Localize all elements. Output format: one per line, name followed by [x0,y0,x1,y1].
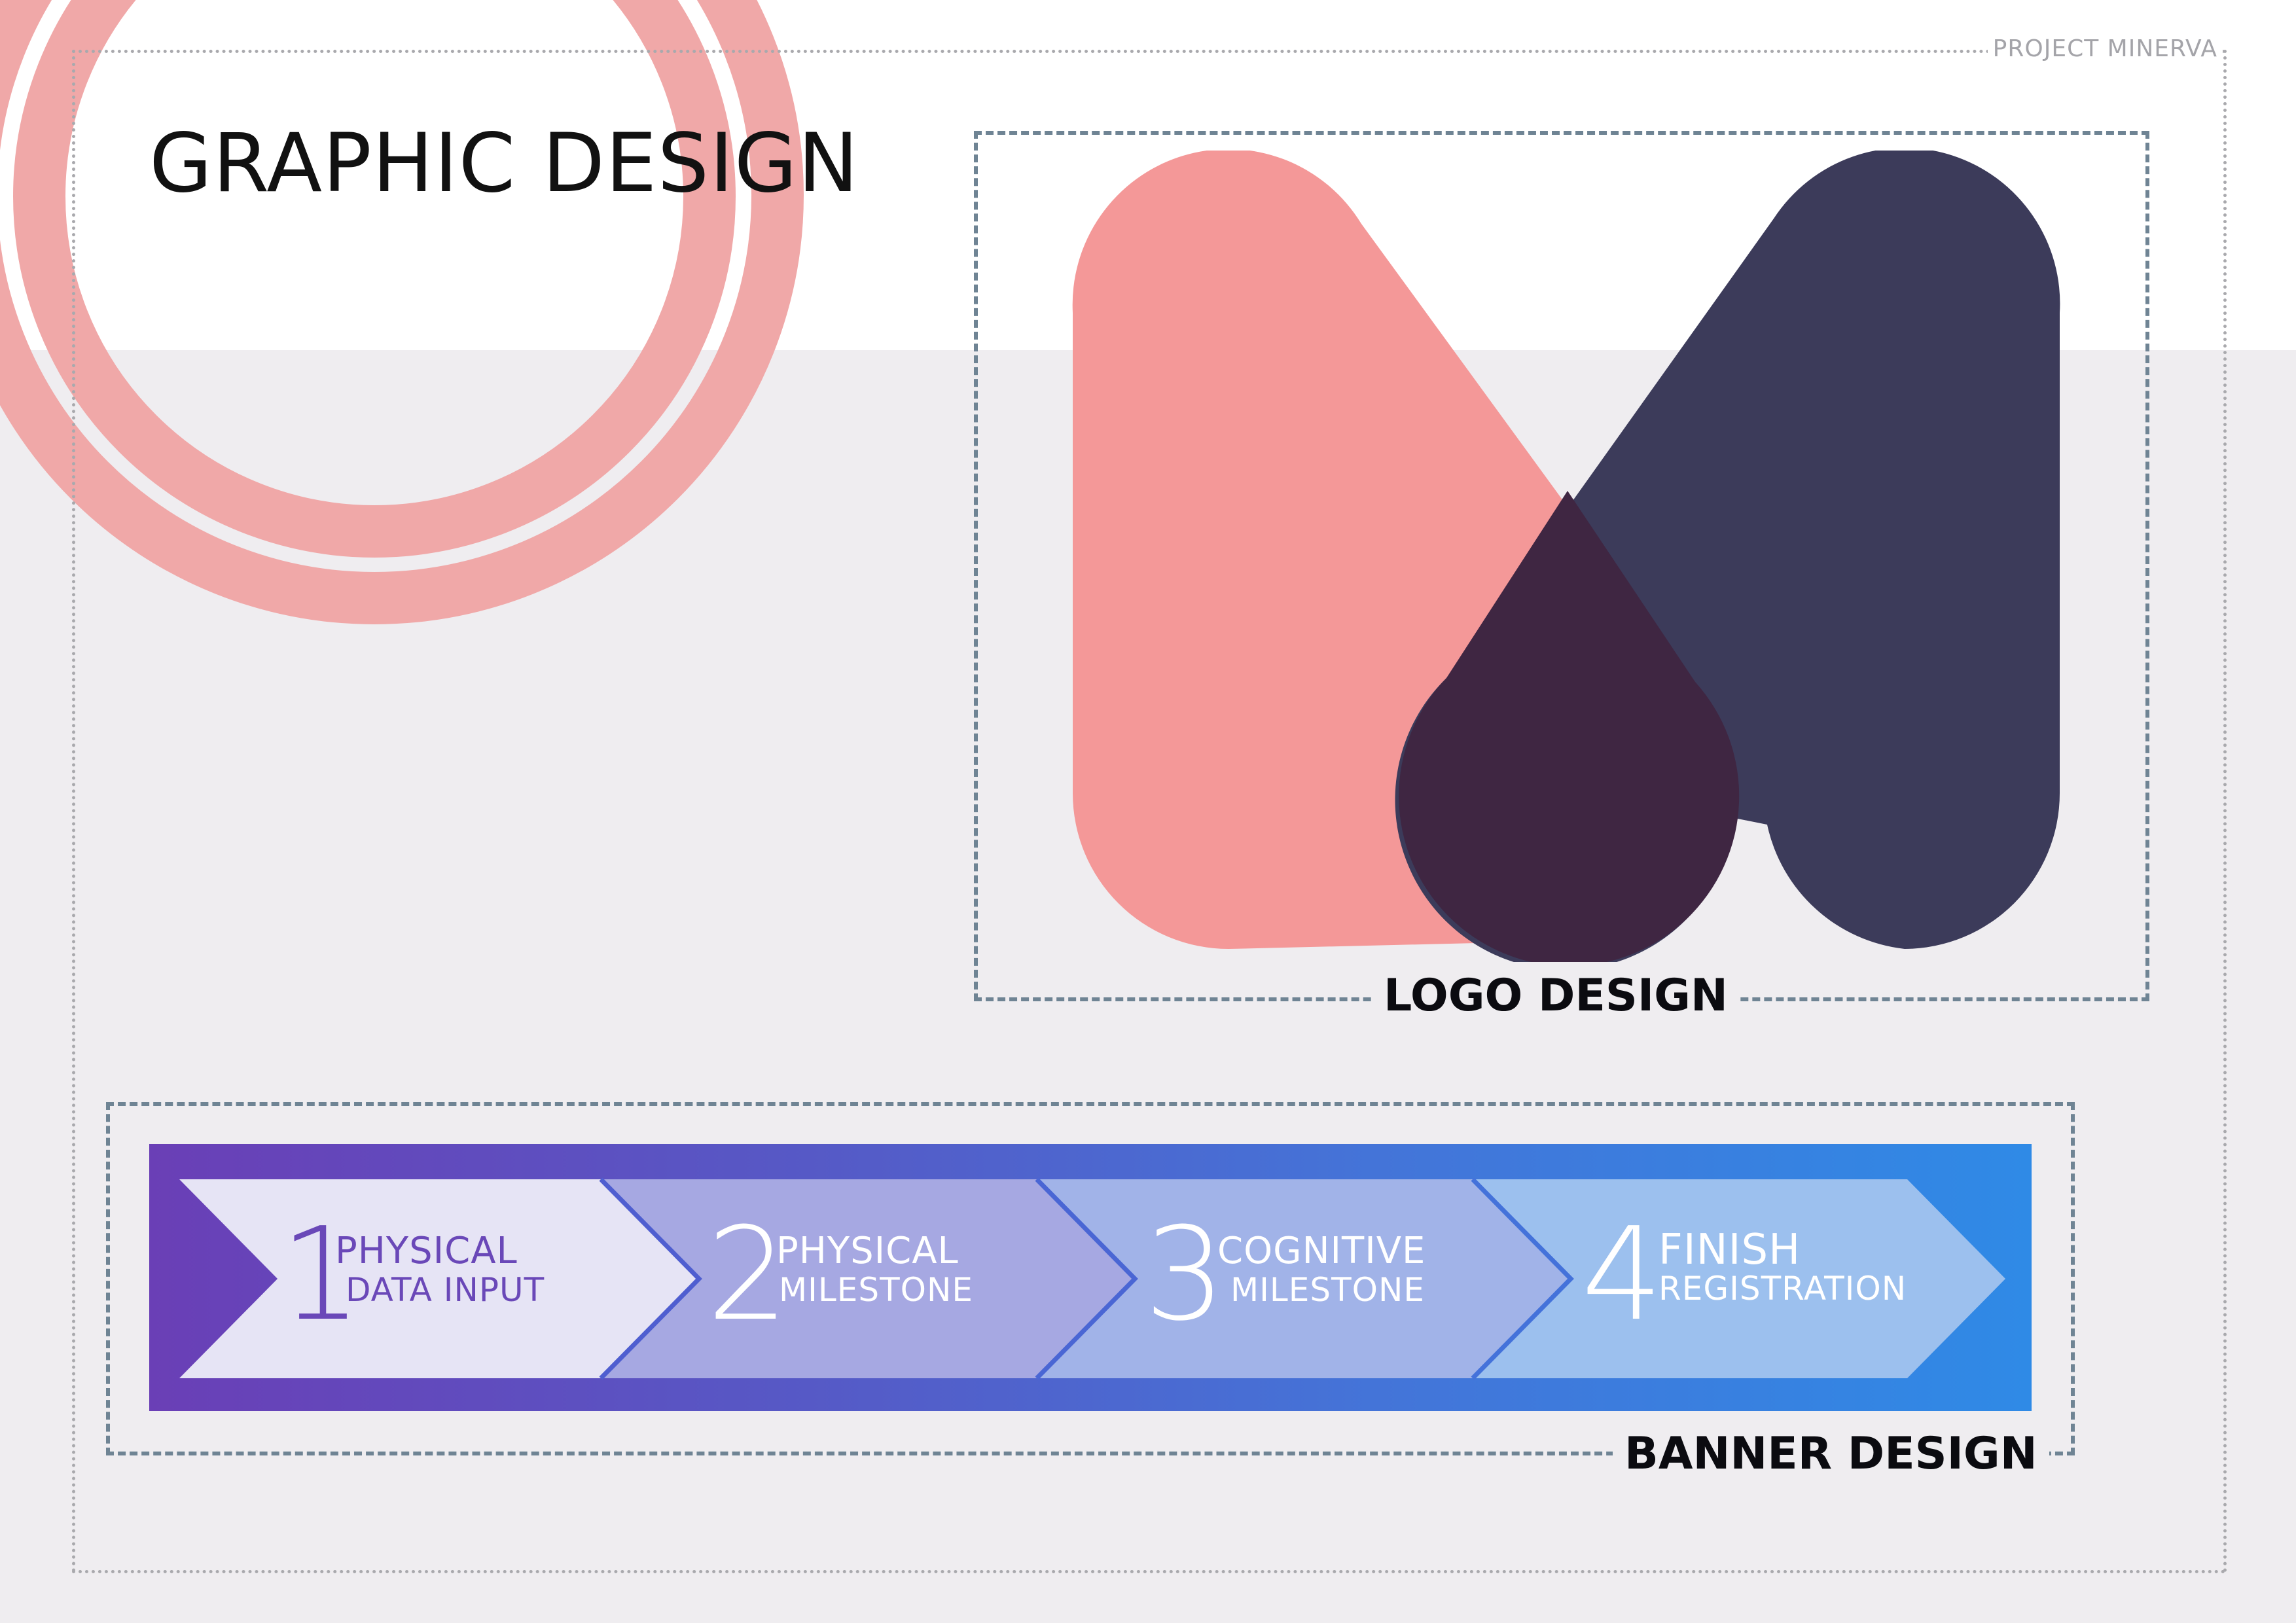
project-name: PROJECT MINERVA [1987,35,2223,62]
step-number: 4 [1581,1200,1663,1349]
progress-banner: 1 PHYSICAL DATA INPUT 2 PHYSICAL MILESTO… [149,1144,2032,1411]
step-title: FINISH [1659,1226,1801,1274]
m-logo [1072,151,2060,962]
logo-design-label: LOGO DESIGN [1372,970,1740,1022]
banner-step-4: 4 FINISH REGISTRATION [149,1144,2032,1411]
banner-design-label: BANNER DESIGN [1613,1428,2049,1480]
page-title: GRAPHIC DESIGN [149,116,859,211]
step-subtitle: REGISTRATION [1659,1270,1907,1308]
